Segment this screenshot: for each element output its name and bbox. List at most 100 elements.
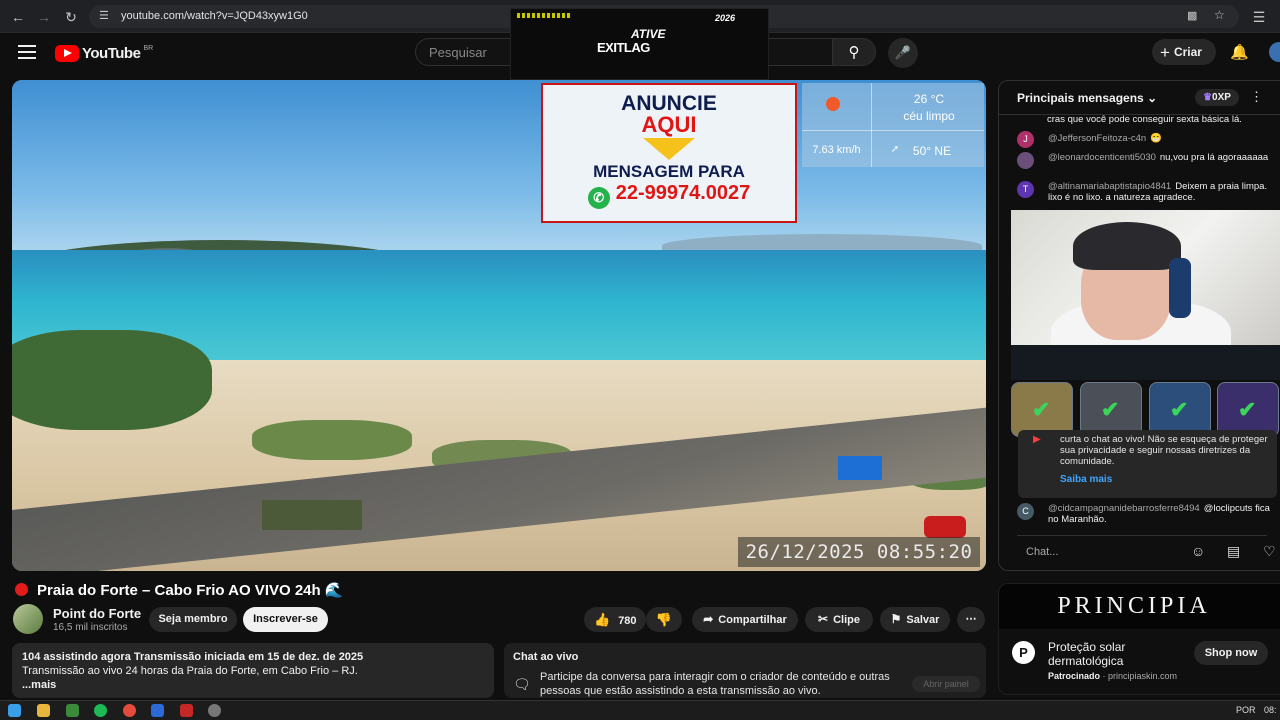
chat-header: Principais mensagens ⌄ ♛0XP ⋮ bbox=[999, 81, 1280, 115]
video-timestamp: 26/12/2025 08:55:20 bbox=[738, 537, 980, 567]
live-chat-info-text: Participe da conversa para interagir com… bbox=[540, 671, 890, 697]
channel-name[interactable]: Point do Forte bbox=[53, 606, 141, 621]
sponsor-title[interactable]: Proteção solar dermatológica bbox=[1048, 640, 1168, 668]
weather-divider-h bbox=[802, 130, 984, 131]
site-info-icon[interactable]: ☰ bbox=[99, 9, 109, 22]
spotify-icon[interactable] bbox=[94, 704, 107, 717]
whatsapp-icon: ✆ bbox=[587, 187, 610, 209]
clock[interactable]: 08: bbox=[1264, 705, 1277, 715]
more-actions-icon[interactable]: ⋯ bbox=[957, 607, 985, 632]
chat-bubble-icon: 🗨 bbox=[513, 676, 531, 692]
emoji-icon[interactable]: ☺ bbox=[1191, 543, 1205, 559]
checkmark-icon: ✔ bbox=[1238, 397, 1257, 422]
reload-icon[interactable]: ↻ bbox=[62, 8, 80, 26]
live-indicator-icon bbox=[15, 583, 28, 596]
search-placeholder: Pesquisar bbox=[429, 45, 487, 60]
bookmark-star-icon[interactable]: ☆ bbox=[1214, 8, 1225, 22]
search-button[interactable]: ⚲ bbox=[832, 38, 876, 66]
chat-avatar[interactable] bbox=[1017, 152, 1034, 169]
super-chat-icon[interactable]: ▤ bbox=[1227, 543, 1240, 560]
cast-icon[interactable]: ▩ bbox=[1187, 9, 1197, 22]
headphones-icon bbox=[1169, 258, 1191, 318]
chat-mode-dropdown[interactable]: Principais mensagens ⌄ bbox=[1017, 91, 1157, 105]
xp-badge[interactable]: ♛0XP bbox=[1195, 89, 1239, 106]
learn-more-link[interactable]: Saiba mais bbox=[1060, 474, 1112, 485]
app-icon[interactable] bbox=[180, 704, 193, 717]
weather-overlay: 26 °C céu limpo 7.63 km/h ➚ 50° NE bbox=[802, 83, 984, 167]
video-title: Praia do Forte – Cabo Frio AO VIVO 24h 🌊 bbox=[37, 581, 343, 599]
chat-avatar[interactable]: J bbox=[1017, 131, 1034, 148]
clip-button[interactable]: ✂ Clipe bbox=[805, 607, 873, 632]
app-icon[interactable] bbox=[151, 704, 164, 717]
windows-taskbar: POR 08: bbox=[0, 700, 1280, 720]
share-icon: ➦ bbox=[703, 612, 714, 626]
shop-now-button[interactable]: Shop now bbox=[1194, 641, 1268, 665]
webcam-lower-strip bbox=[1011, 345, 1280, 380]
back-icon[interactable]: ← bbox=[9, 8, 27, 26]
chat-username[interactable]: @altinamariabaptistapio4841 bbox=[1048, 181, 1171, 192]
app-icon[interactable] bbox=[208, 704, 221, 717]
store-icon[interactable] bbox=[66, 704, 79, 717]
create-button[interactable]: + Criar bbox=[1152, 39, 1216, 65]
chat-username[interactable]: @JeffersonFeitoza-c4n bbox=[1048, 133, 1146, 144]
weather-divider-v bbox=[871, 83, 872, 167]
menu-icon[interactable] bbox=[18, 45, 36, 59]
weather-desc: céu limpo bbox=[903, 109, 955, 123]
reading-list-icon[interactable]: ☰ bbox=[1250, 8, 1268, 26]
description-box[interactable]: 104 assistindo agora Transmissão iniciad… bbox=[12, 643, 494, 698]
overlay-tile: ✔ bbox=[1080, 382, 1142, 437]
save-button[interactable]: ⚑ Salvar bbox=[880, 607, 950, 632]
wave-icon: 🌊 bbox=[324, 582, 344, 599]
chat-username[interactable]: @cidcampagnanidebarrosferre8494 bbox=[1048, 503, 1200, 514]
chrome-icon[interactable] bbox=[123, 704, 136, 717]
dislike-button[interactable]: 👎 bbox=[646, 607, 682, 632]
video-player[interactable]: ANUNCIE AQUI MENSAGEM PARA ✆ 22-99974.002… bbox=[12, 80, 986, 571]
sponsor-logo: P bbox=[1012, 641, 1035, 664]
wind-direction-icon: ➚ bbox=[890, 144, 900, 155]
xp-label: 0XP bbox=[1212, 92, 1231, 103]
forward-icon[interactable]: → bbox=[35, 8, 53, 26]
heart-icon[interactable]: ♡ bbox=[1263, 543, 1276, 560]
account-avatar[interactable] bbox=[1269, 42, 1280, 62]
channel-avatar[interactable] bbox=[13, 604, 43, 634]
language-indicator[interactable]: POR bbox=[1236, 705, 1256, 715]
join-button[interactable]: Seja membro bbox=[149, 607, 237, 632]
overlay-tile: ✔ bbox=[1217, 382, 1279, 437]
subscribe-button[interactable]: Inscrever-se bbox=[243, 607, 328, 632]
chat-username[interactable]: @leonardocenticenti5030 bbox=[1048, 152, 1156, 163]
description-text: Transmissão ao vivo 24 horas da Praia do… bbox=[22, 665, 358, 677]
video-blue-tent bbox=[838, 456, 882, 480]
share-label: Compartilhar bbox=[718, 614, 787, 626]
notifications-bell-icon[interactable]: 🔔 bbox=[1230, 43, 1249, 61]
ad-phone: 22-99974.0027 bbox=[615, 182, 751, 204]
video-truck bbox=[262, 500, 362, 530]
live-chat-info-card: Chat ao vivo 🗨 Participe da conversa par… bbox=[504, 643, 986, 698]
scissors-icon: ✂ bbox=[818, 612, 829, 626]
like-button[interactable]: 👍 780 bbox=[584, 607, 646, 632]
progress-bar-graphic bbox=[517, 13, 571, 18]
chat-input[interactable]: Chat... ☺ ▤ ♡ bbox=[1017, 535, 1276, 567]
youtube-play-icon bbox=[55, 44, 79, 62]
arrow-down-icon bbox=[643, 138, 695, 160]
chat-avatar[interactable]: C bbox=[1017, 503, 1034, 520]
share-button[interactable]: ➦ Compartilhar bbox=[692, 607, 798, 632]
start-icon[interactable] bbox=[8, 704, 21, 717]
video-vegetation-left bbox=[12, 330, 212, 430]
chat-avatar[interactable]: T bbox=[1017, 181, 1034, 198]
chat-more-icon[interactable]: ⋮ bbox=[1250, 89, 1263, 105]
voice-search-button[interactable]: 🎤 bbox=[888, 38, 918, 68]
youtube-logo[interactable]: YouTube BR bbox=[55, 43, 153, 63]
ad-line-aqui: AQUI bbox=[641, 112, 697, 137]
exitlag-overlay-ad[interactable]: 2026 ATIVE EXITLAG bbox=[510, 8, 769, 80]
chat-community-notice: ▶ curta o chat ao vivo! Não se esqueça d… bbox=[1018, 430, 1277, 498]
description-more[interactable]: ...mais bbox=[22, 678, 484, 692]
subscriber-count: 16,5 mil inscritos bbox=[53, 622, 128, 633]
stream-overlay-tiles: ✔ ✔ ✔ ✔ bbox=[1011, 382, 1280, 437]
sponsored-ad-card[interactable]: PRINCIPIA P Proteção solar dermatológica… bbox=[998, 583, 1280, 695]
ad-line-mensagem: MENSAGEM PARA bbox=[593, 162, 745, 181]
weather-direction: 50° NE bbox=[912, 144, 952, 158]
open-panel-button[interactable]: Abrir painel bbox=[912, 676, 980, 692]
file-explorer-icon[interactable] bbox=[37, 704, 50, 717]
chat-message-text: 😁 bbox=[1150, 133, 1163, 144]
search-icon: ⚲ bbox=[848, 44, 860, 61]
